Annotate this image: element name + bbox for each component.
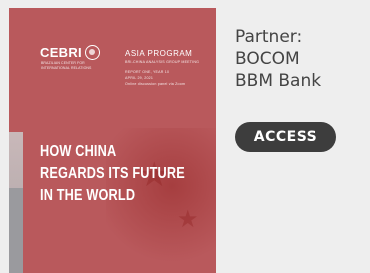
- program-meta-format: Online discussion panel via Zoom: [125, 82, 186, 86]
- logo-text: CEBRI: [40, 45, 82, 60]
- report-cover-image[interactable]: ★ ★ CEBRI BRAZILIAN CENTER FOR INTERNATI…: [9, 8, 216, 273]
- cebri-logo: CEBRI: [40, 45, 100, 60]
- program-meta-report: REPORT ONE, YEAR 10: [125, 70, 170, 74]
- program-block: ASIA PROGRAM BRI-CHINA ANALYSIS GROUP ME…: [125, 49, 199, 86]
- program-title: ASIA PROGRAM: [125, 49, 193, 58]
- globe-icon: [84, 45, 100, 60]
- cover-headline: HOW CHINA REGARDS ITS FUTURE IN THE WORL…: [40, 141, 188, 207]
- program-meta-date: APRIL 29, 2021: [125, 76, 154, 80]
- headline-line: REGARDS ITS FUTURE: [40, 165, 185, 182]
- access-button[interactable]: ACCESS: [235, 122, 336, 152]
- program-subtitle: BRI-CHINA ANALYSIS GROUP MEETING: [125, 60, 200, 64]
- partner-name-line-1: BOCOM: [235, 49, 300, 69]
- partner-name-line-2: BBM Bank: [235, 71, 322, 91]
- logo-subtitle: BRAZILIAN CENTER FOR INTERNATIONAL RELAT…: [41, 61, 92, 70]
- flag-star-icon: ★: [177, 206, 199, 233]
- partner-info: Partner: BOCOM BBM Bank: [235, 26, 365, 92]
- publication-card: ★ ★ CEBRI BRAZILIAN CENTER FOR INTERNATI…: [0, 0, 370, 273]
- cover-background-strip-lower: [9, 188, 23, 273]
- partner-label: Partner:: [235, 27, 303, 47]
- headline-line: IN THE WORLD: [40, 187, 136, 204]
- headline-line: HOW CHINA: [40, 143, 117, 160]
